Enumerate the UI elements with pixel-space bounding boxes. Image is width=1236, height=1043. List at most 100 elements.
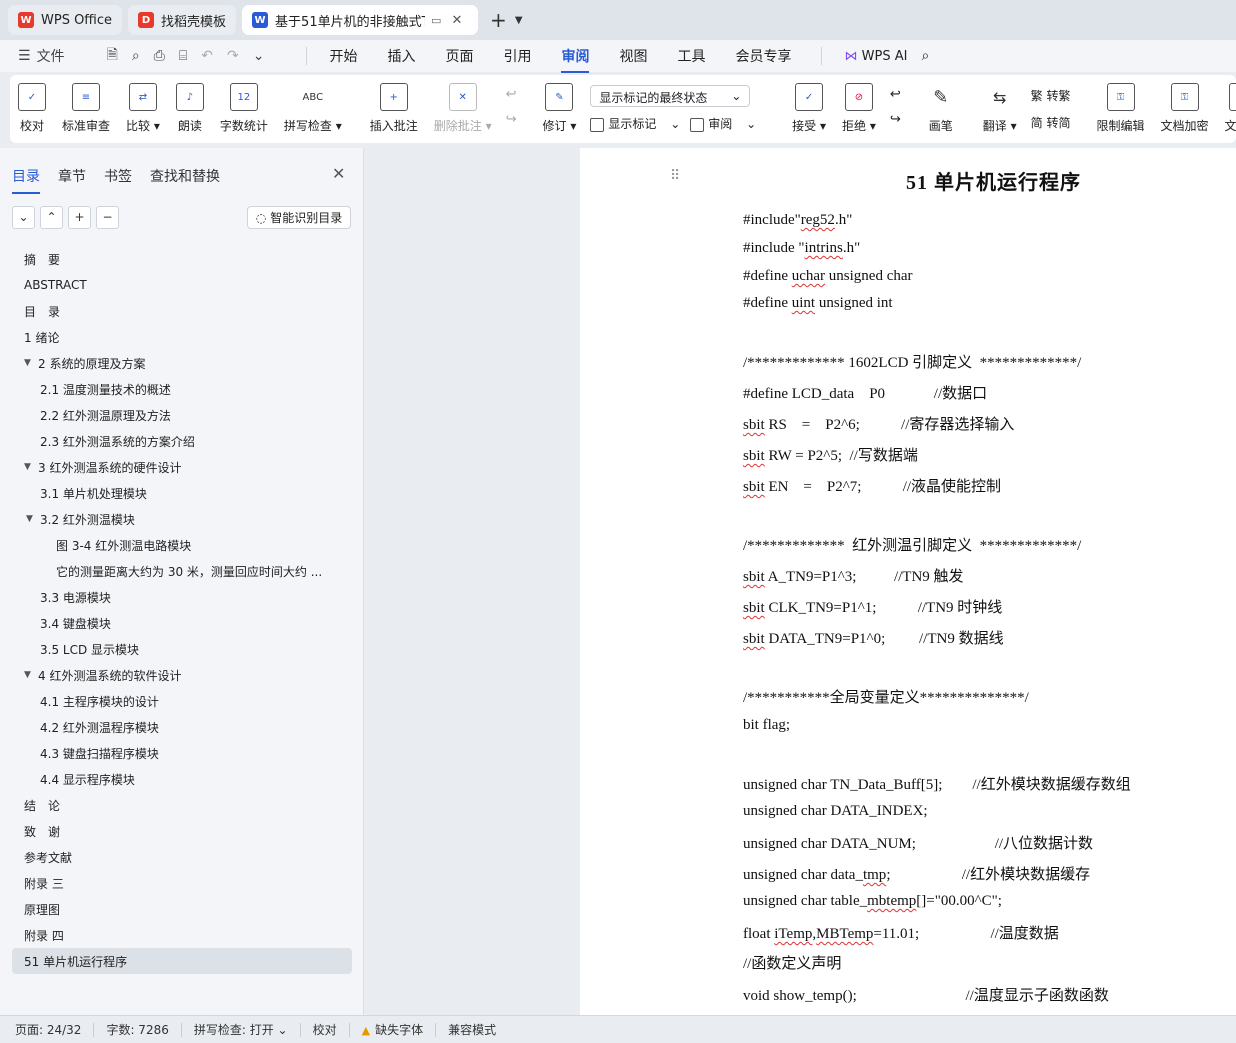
toc-item[interactable]: ▼ 3.2 红外测温模块 — [12, 506, 352, 532]
toc-item[interactable]: 3.4 键盘模块 — [12, 610, 352, 636]
expand-triangle-icon[interactable]: ▼ — [26, 514, 40, 524]
close-icon[interactable]: ✕ — [451, 13, 462, 28]
toc-item[interactable]: 1 绪论 — [12, 324, 352, 350]
save-icon[interactable]: 🗎 — [107, 44, 118, 68]
expand-triangle-icon[interactable]: ▼ — [24, 462, 38, 472]
remove-heading-icon[interactable]: − — [96, 206, 119, 229]
toc-item[interactable]: 它的测量距离大约为 30 米，测量回应时间大约 ... — [12, 558, 352, 584]
delete-comment-button[interactable]: ✕ 删除批注 ▾ — [434, 83, 492, 134]
toc-item[interactable]: 51 单片机运行程序 — [12, 948, 352, 974]
menu-reference[interactable]: 引用 — [503, 46, 531, 66]
to-traditional-button[interactable]: 繁 转繁 — [1031, 87, 1071, 104]
toc-item-label: 结 论 — [24, 798, 61, 813]
restrict-edit-button[interactable]: ⚿ 限制编辑 — [1097, 83, 1145, 134]
menu-page[interactable]: 页面 — [445, 46, 473, 66]
proof-status[interactable]: 校对 — [313, 1021, 337, 1038]
menu-review[interactable]: 审阅 — [561, 46, 590, 73]
insert-comment-button[interactable]: + 插入批注 — [370, 83, 418, 134]
reject-button[interactable]: ⊘ 拒绝 ▾ — [842, 83, 876, 134]
toc-item[interactable]: 附录 四 — [12, 922, 352, 948]
menu-member[interactable]: 会员专享 — [735, 46, 791, 66]
to-simplified-button[interactable]: 简 转简 — [1031, 114, 1071, 131]
add-heading-icon[interactable]: + — [68, 206, 91, 229]
toc-item[interactable]: 结 论 — [12, 792, 352, 818]
file-menu[interactable]: ☰ 文件 — [18, 46, 79, 66]
spell-check-status[interactable]: 拼写检查: 打开 ⌄ — [194, 1021, 288, 1038]
toc-item[interactable]: 2.2 红外测温原理及方法 — [12, 402, 352, 428]
tab-document[interactable]: W 基于51单片机的非接触式TN9 ▭ ✕ — [242, 5, 479, 35]
menu-view[interactable]: 视图 — [619, 46, 647, 66]
menu-start[interactable]: 开始 — [329, 46, 357, 66]
search-icon[interactable]: ⌕ — [921, 48, 929, 64]
toc-item[interactable]: 3.3 电源模块 — [12, 584, 352, 610]
previous-revision-icon[interactable]: ↩ — [890, 87, 901, 102]
markup-state-dropdown[interactable]: 显示标记的最终状态 ⌄ — [590, 85, 751, 107]
chevron-down-icon[interactable]: ▼ — [515, 15, 523, 26]
review-pane-button[interactable]: 审阅 ⌄ — [690, 115, 756, 132]
toc-item[interactable]: 目 录 — [12, 298, 352, 324]
expand-triangle-icon[interactable]: ▼ — [24, 358, 38, 368]
toc-item[interactable]: 3.1 单片机处理模块 — [12, 480, 352, 506]
toc-item[interactable]: ▼ 4 红外测温系统的软件设计 — [12, 662, 352, 688]
tab-find-replace[interactable]: 查找和替换 — [150, 166, 220, 186]
word-count[interactable]: 字数: 7286 — [106, 1021, 168, 1038]
spell-check-button[interactable]: ABC 拼写检查 ▾ — [284, 83, 342, 134]
redo-icon[interactable]: ↷ — [227, 48, 239, 64]
missing-font-status[interactable]: ▲ 缺失字体 — [362, 1021, 423, 1038]
compare-button[interactable]: ⇄ 比较 ▾ — [126, 83, 160, 134]
collapse-up-icon[interactable]: ⌃ — [40, 206, 63, 229]
previous-comment-icon[interactable]: ↩ — [506, 87, 517, 102]
toc-item[interactable]: 参考文献 — [12, 844, 352, 870]
tab-bookmarks[interactable]: 书签 — [104, 166, 132, 186]
more-chevron-icon[interactable]: ⌄ — [253, 48, 265, 64]
toc-item[interactable]: 2.3 红外测温系统的方案介绍 — [12, 428, 352, 454]
collapse-down-icon[interactable]: ⌄ — [12, 206, 35, 229]
toc-item[interactable]: 4.3 键盘扫描程序模块 — [12, 740, 352, 766]
toc-item[interactable]: 3.5 LCD 显示模块 — [12, 636, 352, 662]
print-preview-icon[interactable]: ⌸ — [179, 48, 187, 64]
share-icon[interactable]: ⌕ — [132, 48, 140, 64]
toc-item[interactable]: 致 谢 — [12, 818, 352, 844]
toc-item[interactable]: 图 3-4 红外测温电路模块 — [12, 532, 352, 558]
toc-item[interactable]: 原理图 — [12, 896, 352, 922]
track-changes-button[interactable]: ✎ 修订 ▾ — [543, 83, 576, 134]
drag-handle-icon[interactable]: ⠿ — [670, 168, 680, 184]
smart-toc-button[interactable]: ◌ 智能识别目录 — [247, 206, 351, 229]
toc-item[interactable]: 2.1 温度测量技术的概述 — [12, 376, 352, 402]
document-page[interactable]: ⠿ 51 单片机运行程序 #include"reg52.h" #include "… — [580, 148, 1236, 1015]
next-revision-icon[interactable]: ↪ — [890, 112, 901, 127]
tab-template[interactable]: D 找稻壳模板 — [128, 5, 237, 35]
undo-icon[interactable]: ↶ — [201, 48, 213, 64]
word-count-button[interactable]: 12 字数统计 — [220, 83, 268, 134]
toc-item[interactable]: 4.1 主程序模块的设计 — [12, 688, 352, 714]
pen-button[interactable]: ✎ 画笔 — [927, 83, 955, 134]
toc-item[interactable]: ABSTRACT — [12, 272, 352, 298]
toc-item[interactable]: 4.2 红外测温程序模块 — [12, 714, 352, 740]
proofread-button[interactable]: ✓ 校对 — [18, 83, 46, 134]
tab-wps-office[interactable]: W WPS Office — [8, 5, 123, 35]
toc-item[interactable]: ▼ 3 红外测温系统的硬件设计 — [12, 454, 352, 480]
accept-button[interactable]: ✓ 接受 ▾ — [792, 83, 826, 134]
encrypt-button[interactable]: ⚿ 文档加密 — [1161, 83, 1209, 134]
translate-button[interactable]: ⇆ 翻译 ▾ — [983, 83, 1017, 134]
tab-toc[interactable]: 目录 — [12, 166, 40, 194]
tab-chapters[interactable]: 章节 — [58, 166, 86, 186]
wps-ai-button[interactable]: ⋈ WPS AI — [844, 49, 907, 64]
toc-item[interactable]: 附录 三 — [12, 870, 352, 896]
read-aloud-button[interactable]: ♪ 朗读 — [175, 83, 204, 134]
document-more-button[interactable]: ✓ 文档定 — [1225, 83, 1236, 134]
next-comment-icon[interactable]: ↪ — [506, 112, 517, 127]
monitor-icon[interactable]: ▭ — [431, 14, 441, 27]
menu-insert[interactable]: 插入 — [387, 46, 415, 66]
show-markup-button[interactable]: 显示标记 ⌄ — [590, 115, 680, 132]
close-icon[interactable]: ✕ — [332, 164, 345, 183]
toc-item[interactable]: ▼ 2 系统的原理及方案 — [12, 350, 352, 376]
page-indicator[interactable]: 页面: 24/32 — [15, 1021, 81, 1038]
menu-tools[interactable]: 工具 — [677, 46, 705, 66]
expand-triangle-icon[interactable]: ▼ — [24, 670, 38, 680]
print-icon[interactable]: ⎙ — [154, 48, 165, 64]
standard-review-button[interactable]: ≡ 标准审查 — [62, 83, 110, 134]
toc-item[interactable]: 4.4 显示程序模块 — [12, 766, 352, 792]
toc-item[interactable]: 摘 要 — [12, 246, 352, 272]
new-tab-icon[interactable]: + — [490, 8, 507, 32]
